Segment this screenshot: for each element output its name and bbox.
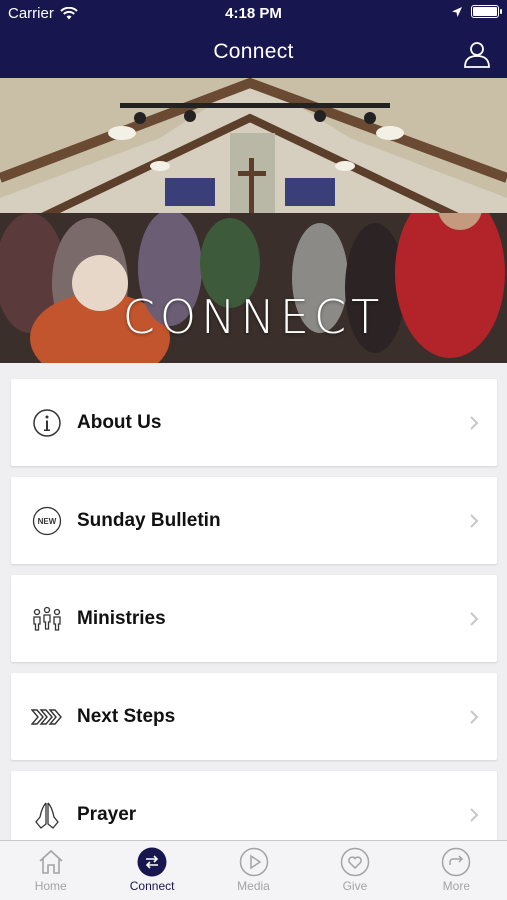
status-bar: Carrier 4:18 PM [0,0,507,28]
chevron-right-icon [470,709,479,724]
home-icon [39,849,63,874]
menu-item-label: Prayer [77,803,137,825]
tab-label: Home [34,879,67,893]
sanctuary-ceiling-image [0,78,507,228]
exchange-icon [137,847,167,877]
top-bar: Carrier 4:18 PM Connect [0,0,507,78]
tab-bar: Home Connect Media Give More [0,840,507,900]
battery-icon [471,5,502,18]
hero-banner: CONNECT [0,78,507,363]
chevron-right-icon [470,415,479,430]
tab-give[interactable]: Give [304,841,405,900]
menu-item-sunday-bulletin[interactable]: NEW Sunday Bulletin [11,477,497,564]
tab-connect[interactable]: Connect [101,841,202,900]
location-arrow-icon [452,6,462,17]
tab-label: Connect [129,879,175,893]
page-title: Connect [213,40,294,63]
menu-item-about-us[interactable]: About Us [11,379,497,466]
chevron-right-icon [470,807,479,822]
hero-title: CONNECT [122,290,385,344]
new-badge-text: NEW [38,517,57,526]
menu-item-label: Ministries [77,607,166,629]
menu-item-label: Sunday Bulletin [77,509,221,531]
connect-menu-list: About Us NEW Sunday Bulletin Ministries [11,379,497,869]
people-icon [31,603,63,635]
heart-icon [340,847,370,877]
tab-label: Media [237,879,270,893]
more-arrow-icon [442,847,471,877]
chevron-right-icon [470,611,479,626]
tab-more[interactable]: More [406,841,507,900]
menu-item-label: About Us [77,411,162,433]
new-badge-icon: NEW [31,505,63,537]
menu-item-label: Next Steps [77,705,176,727]
praying-hands-icon [31,799,63,831]
chevron-right-icon [470,513,479,528]
tab-media[interactable]: Media [203,841,304,900]
chevrons-right-icon [31,701,63,733]
menu-item-next-steps[interactable]: Next Steps [11,673,497,760]
tab-home[interactable]: Home [0,841,101,900]
info-icon [31,407,63,439]
profile-icon[interactable] [463,40,491,68]
tab-label: Give [342,879,368,893]
play-icon [239,847,268,877]
menu-item-ministries[interactable]: Ministries [11,575,497,662]
status-time: 4:18 PM [225,5,282,22]
tab-label: More [442,879,470,893]
